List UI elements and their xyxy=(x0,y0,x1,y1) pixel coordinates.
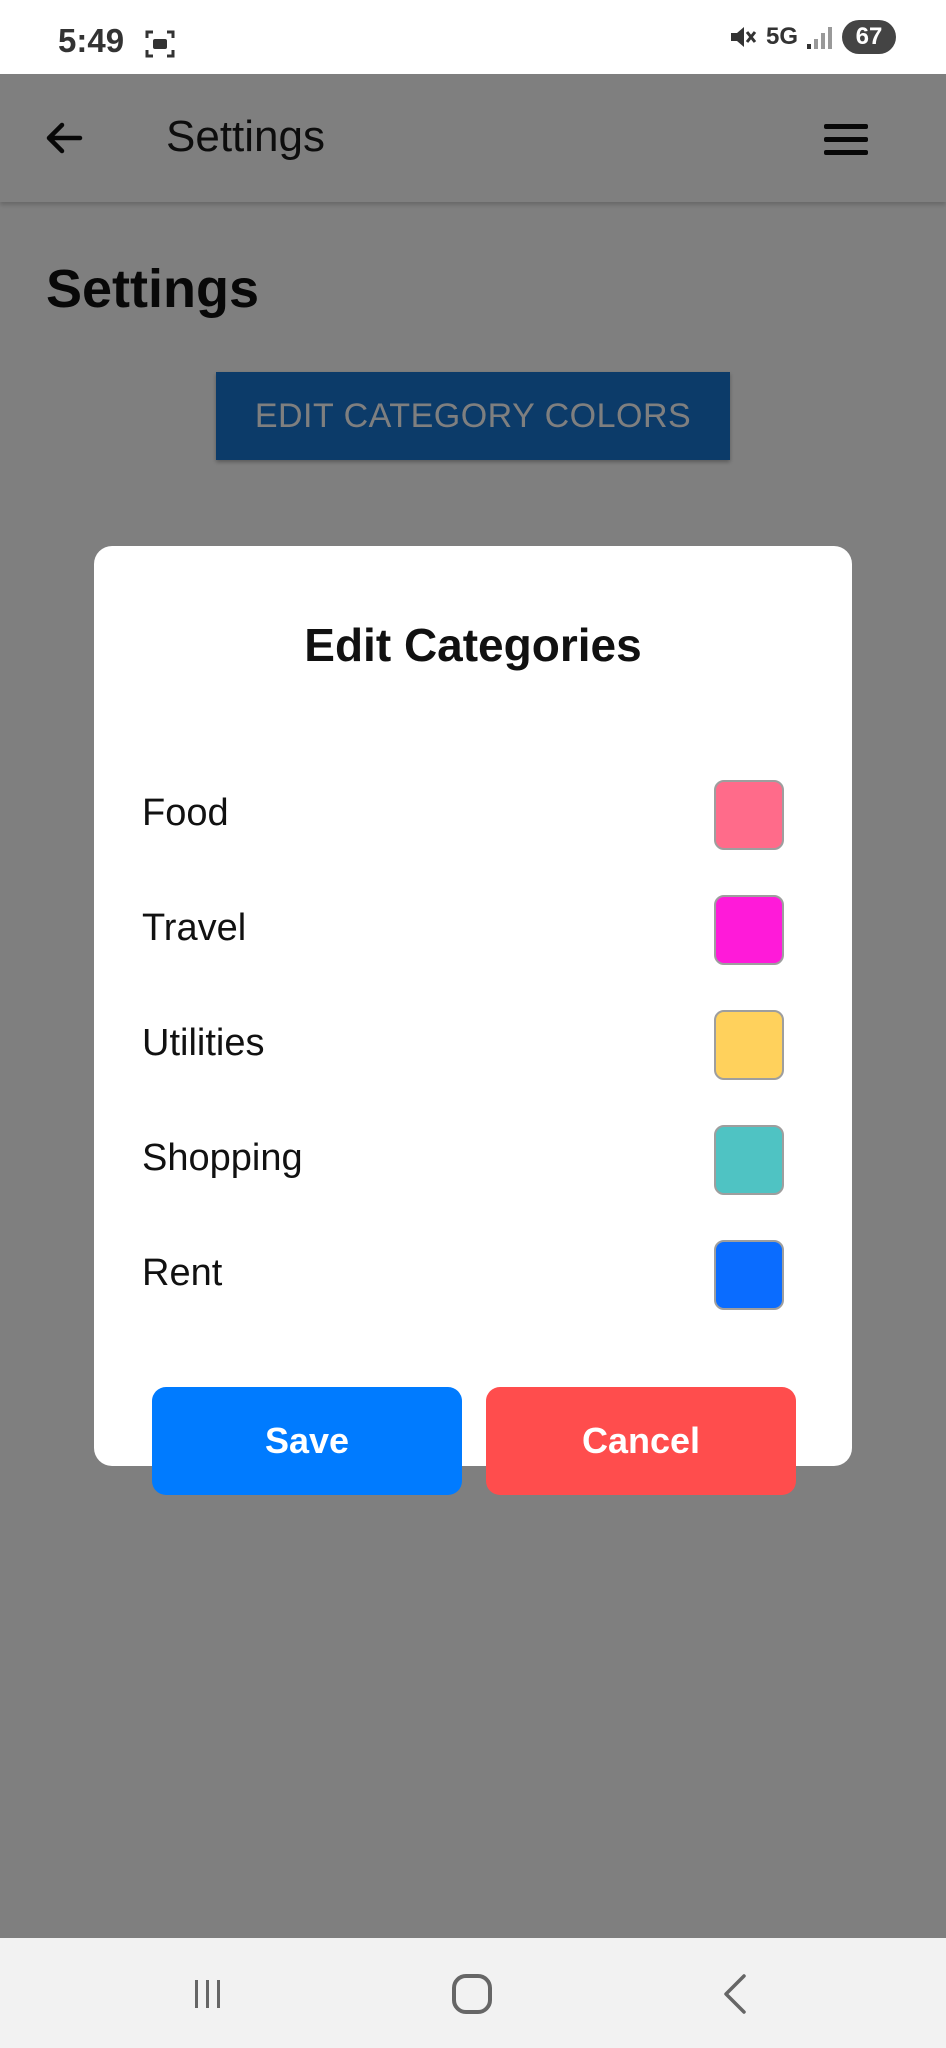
color-swatch-shopping[interactable] xyxy=(714,1125,784,1195)
mute-icon xyxy=(730,27,757,47)
category-row-food: Food xyxy=(94,780,852,850)
category-row-shopping: Shopping xyxy=(94,1125,852,1195)
category-label: Rent xyxy=(142,1252,223,1294)
category-label: Shopping xyxy=(142,1137,303,1179)
signal-icon xyxy=(807,27,832,49)
category-row-travel: Travel xyxy=(94,895,852,965)
color-swatch-travel[interactable] xyxy=(714,895,784,965)
category-label: Utilities xyxy=(142,1022,265,1064)
screenshot-icon xyxy=(145,30,175,58)
app-area: Settings Settings EDIT CATEGORY COLORS E… xyxy=(0,74,946,1938)
category-row-rent: Rent xyxy=(94,1240,852,1310)
cancel-button[interactable]: Cancel xyxy=(486,1387,796,1495)
category-label: Food xyxy=(142,792,229,834)
network-type: 5G xyxy=(765,23,798,50)
color-swatch-utilities[interactable] xyxy=(714,1010,784,1080)
system-nav-bar xyxy=(0,1938,946,2048)
home-icon[interactable] xyxy=(452,1974,492,2014)
color-swatch-rent[interactable] xyxy=(714,1240,784,1310)
edit-categories-dialog: Edit Categories Food Travel Utilities Sh… xyxy=(94,546,852,1495)
category-row-utilities: Utilities xyxy=(94,1010,852,1080)
color-swatch-food[interactable] xyxy=(714,780,784,850)
recent-apps-icon[interactable] xyxy=(190,1978,226,2010)
save-button[interactable]: Save xyxy=(152,1387,462,1495)
status-indicators: 5G 67 xyxy=(728,20,896,54)
status-bar: 5:49 5G 67 xyxy=(0,0,946,74)
dialog-title: Edit Categories xyxy=(304,619,642,671)
nav-back-icon[interactable] xyxy=(720,1972,750,2016)
battery-indicator: 67 xyxy=(842,20,896,54)
category-label: Travel xyxy=(142,907,247,949)
status-time: 5:49 xyxy=(58,22,125,59)
